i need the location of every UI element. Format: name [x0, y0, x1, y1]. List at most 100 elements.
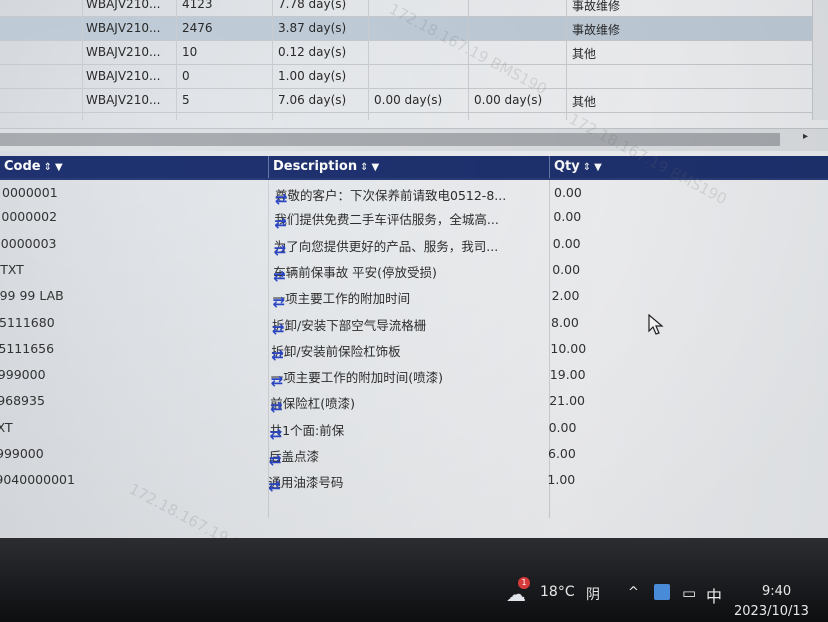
swap-icon[interactable]: ⇄	[270, 398, 283, 416]
table-row[interactable]: 5111656 ⇄ 拆卸/安装前保险杠饰板 10.00	[0, 336, 824, 364]
swap-icon[interactable]: ⇄	[269, 451, 282, 469]
column-divider	[176, 0, 177, 120]
description-text: 为了向您提供更好的产品、服务，我司...	[273, 238, 499, 254]
swap-icon[interactable]: ⇄	[274, 214, 287, 232]
filter-icon[interactable]: ▼	[371, 162, 379, 173]
qty-cell: 0.00	[548, 419, 577, 435]
vin-cell: WBAJV210...	[86, 69, 161, 83]
mileage-cell: 10	[182, 45, 198, 59]
code-cell: 999000	[0, 367, 46, 383]
horizontal-scrollbar[interactable]: ▸	[0, 128, 828, 151]
duration-cell: 0.00 day(s)	[474, 93, 543, 107]
table-row[interactable]: XT ⇄ 共1个面:前保 0.00	[0, 415, 823, 443]
scrollbar-thumb[interactable]	[0, 133, 780, 146]
table-row[interactable]: WBAJV210... 5 7.06 day(s) 0.00 day(s) 0.00 d…	[0, 88, 812, 113]
taskbar-tray: ☁ 1 18°C 阴 ^ ▭ 中 9:40 2023/10/13	[500, 574, 828, 622]
code-cell: 0000003	[0, 235, 57, 251]
description-cell: ⇄ 尊敬的客户：下次保养前请致电0512-8...	[275, 185, 507, 208]
column-header-description-label: Description	[273, 159, 358, 174]
code-cell: 968935	[0, 393, 45, 409]
column-divider	[566, 0, 567, 120]
qty-cell: 0.00	[552, 235, 581, 251]
code-cell: 99 99 LAB	[0, 288, 64, 304]
clock-time[interactable]: 9:40	[762, 584, 791, 599]
duration-cell: 0.12 day(s)	[278, 45, 347, 59]
code-cell: 5111680	[0, 314, 55, 330]
qty-cell: 1.00	[547, 472, 576, 488]
swap-icon[interactable]: ⇄	[271, 346, 284, 364]
qty-cell: 8.00	[551, 314, 579, 330]
table-row[interactable]: 999000 ⇄ 一项主要工作的附加时间(喷漆) 19.00	[0, 362, 824, 390]
column-divider	[82, 0, 83, 120]
scroll-right-arrow-icon[interactable]: ▸	[803, 131, 808, 142]
description-cell: ⇄ 拆卸/安装下部空气导流格栅	[272, 315, 426, 338]
vertical-scrollbar[interactable]	[812, 0, 828, 120]
description-text: 尊敬的客户：下次保养前请致电0512-8...	[275, 188, 507, 203]
table-row[interactable]: WBAJV210... 10 0.12 day(s) 其他	[0, 40, 812, 65]
code-cell: 5111656	[0, 340, 55, 356]
table-row[interactable]: TXT ⇄ 车辆前保事故 平安(停放受损) 0.00	[0, 257, 826, 285]
table-row[interactable]: 999000 ⇄ 后盖点漆 6.00	[0, 441, 822, 469]
vin-cell: WBAJV210...	[86, 21, 161, 35]
duration-cell: 7.78 day(s)	[278, 0, 347, 11]
column-header-code[interactable]: Code ⇕ ▼	[4, 159, 63, 174]
column-header-description[interactable]: Description ⇕ ▼	[273, 159, 379, 174]
repair-type-cell: 事故维修	[572, 0, 621, 13]
column-divider	[272, 0, 273, 120]
input-method-indicator[interactable]: 中	[706, 583, 722, 607]
chevron-up-icon[interactable]: ^	[628, 585, 639, 600]
description-cell: ⇄ 为了向您提供更好的产品、服务，我司...	[273, 236, 499, 259]
swap-icon[interactable]: ⇄	[273, 293, 286, 311]
code-cell: XT	[0, 419, 13, 435]
swap-icon[interactable]: ⇄	[270, 425, 283, 443]
column-header-qty[interactable]: Qty ⇕ ▼	[554, 159, 602, 174]
description-text: 我们提供免费二手车评估服务，全城高...	[274, 212, 499, 228]
screen: WBAJV210... 5 7.06 day(s) 0.00 day(s) 0.00 d…	[0, 0, 828, 622]
sort-icon[interactable]: ⇕	[583, 162, 591, 173]
description-text: 一项主要工作的附加时间(喷漆)	[270, 370, 444, 386]
mileage-cell: 0	[182, 69, 190, 83]
weather-condition[interactable]: 阴	[586, 584, 600, 604]
qty-cell: 2.00	[551, 288, 580, 304]
weather-temperature[interactable]: 18°C	[540, 584, 575, 600]
table-row[interactable]: 5111680 ⇄ 拆卸/安装下部空气导流格栅 8.00	[0, 310, 825, 338]
swap-icon[interactable]: ⇄	[268, 477, 281, 495]
column-divider	[549, 156, 550, 178]
code-cell: 999000	[0, 446, 44, 461]
swap-icon[interactable]: ⇄	[274, 241, 287, 259]
table-row[interactable]: 0000002 ⇄ 我们提供免费二手车评估服务，全城高... 0.00	[0, 204, 827, 232]
filter-icon[interactable]: ▼	[55, 162, 63, 173]
description-cell: ⇄ 通用油漆号码	[268, 472, 343, 495]
duration-cell: 0.00 day(s)	[374, 93, 443, 107]
swap-icon[interactable]: ⇄	[273, 267, 286, 285]
swap-icon[interactable]: ⇄	[272, 320, 285, 338]
code-cell: 0000001	[2, 185, 58, 200]
qty-cell: 0.00	[552, 261, 581, 277]
vin-cell: WBAJV210...	[86, 0, 161, 11]
sort-icon[interactable]: ⇕	[44, 162, 52, 173]
duration-cell: 7.06 day(s)	[278, 93, 347, 107]
table-row[interactable]: 0000003 ⇄ 为了向您提供更好的产品、服务，我司... 0.00	[0, 231, 827, 259]
qty-cell: 0.00	[553, 209, 582, 225]
mileage-cell: 5	[182, 93, 190, 107]
column-header-code-label: Code	[4, 159, 41, 174]
filter-icon[interactable]: ▼	[594, 162, 602, 173]
code-cell: 9040000001	[0, 472, 75, 488]
table-row[interactable]: 99 99 LAB ⇄ 一项主要工作的附加时间 2.00	[0, 283, 826, 311]
code-cell: TXT	[0, 261, 24, 277]
vin-cell: WBAJV210...	[86, 93, 161, 107]
description-cell: ⇄ 共1个面:前保	[270, 420, 345, 443]
swap-icon[interactable]: ⇄	[271, 372, 284, 390]
qty-cell: 6.00	[548, 446, 576, 461]
sort-icon[interactable]: ⇕	[360, 162, 368, 173]
network-icon[interactable]: ▭	[682, 584, 696, 602]
table-row[interactable]: 9040000001 ⇄ 通用油漆号码 1.00	[0, 467, 821, 495]
tray-app-icon[interactable]	[654, 584, 670, 600]
table-row[interactable]: WBAJV210... 0 1.00 day(s)	[0, 64, 812, 89]
parts-table-header: Code ⇕ ▼ Description ⇕ ▼ Qty ⇕ ▼	[0, 156, 828, 178]
clock-date[interactable]: 2023/10/13	[734, 604, 809, 619]
mileage-cell: 4123	[182, 0, 213, 11]
table-row[interactable]: 968935 ⇄ 前保险杠(喷漆) 21.00	[0, 388, 823, 416]
description-cell: ⇄ 一项主要工作的附加时间	[273, 288, 411, 311]
vin-cell: WBAJV210...	[86, 45, 161, 59]
